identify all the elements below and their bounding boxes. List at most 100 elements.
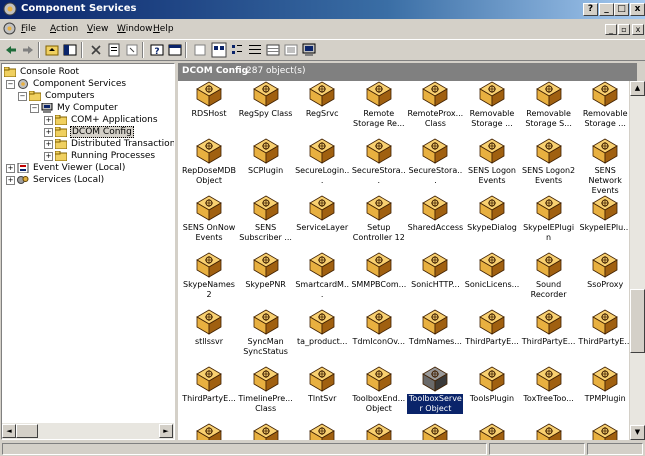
dcom-object-item[interactable]: ta_product... [294, 309, 350, 347]
collapse-toggle[interactable]: − [18, 91, 27, 101]
forward-icon[interactable] [20, 42, 36, 58]
dcom-object-item[interactable] [407, 423, 463, 440]
dcom-object-item[interactable]: ToolboxServer Object [406, 366, 465, 415]
dcom-object-item[interactable]: ThirdPartyE... [521, 309, 577, 347]
console-icon[interactable] [167, 42, 183, 58]
tree-item-my-computer[interactable]: − My Computer [30, 102, 119, 114]
dcom-object-item[interactable]: SkypeDialog [464, 195, 520, 233]
status-icon[interactable] [283, 42, 299, 58]
dcom-object-item[interactable]: ToolboxEnd... Object [351, 366, 407, 414]
expand-toggle[interactable]: + [44, 115, 53, 125]
delete-icon[interactable] [88, 42, 104, 58]
tree-item-distributed-transaction[interactable]: + Distributed Transaction C [44, 138, 174, 150]
dcom-object-item[interactable]: Sound Recorder [521, 252, 577, 300]
dcom-object-item[interactable]: stllssvr [181, 309, 237, 347]
expand-toggle[interactable]: + [6, 163, 15, 173]
dcom-object-item[interactable]: SkypeIEPlu... [577, 195, 629, 233]
scroll-left-button[interactable]: ◄ [2, 424, 16, 438]
expand-toggle[interactable]: + [44, 139, 53, 149]
large-icons-icon[interactable] [211, 42, 227, 58]
dcom-object-item[interactable]: SENS Logon2 Events [521, 138, 577, 186]
menu-file[interactable]: File [21, 24, 36, 34]
tree-item-console-root[interactable]: Console Root [4, 66, 80, 78]
dcom-object-item[interactable] [464, 423, 520, 440]
app-menu-icon[interactable] [3, 22, 16, 35]
dcom-object-item[interactable]: RepDoseMDB Object [181, 138, 237, 186]
dcom-object-item[interactable]: SkypeIEPlugin [521, 195, 577, 243]
close-button[interactable]: x [630, 3, 645, 16]
dcom-object-item[interactable]: RDSHost [181, 81, 237, 119]
scroll-right-button[interactable]: ► [159, 424, 173, 438]
dcom-object-item[interactable]: Removable Storage S... [521, 81, 577, 129]
dcom-object-item[interactable]: Setup Controller 12 [351, 195, 407, 243]
tree-item-computers[interactable]: − Computers [18, 90, 95, 102]
dcom-object-item[interactable]: SecureStora... [407, 138, 463, 186]
dcom-object-item[interactable]: SENS OnNow Events [181, 195, 237, 243]
properties-icon[interactable] [106, 42, 122, 58]
dcom-object-item[interactable]: Removable Storage ... [464, 81, 520, 129]
dcom-object-item[interactable]: TdmIconOv... [351, 309, 407, 347]
detail-view-icon[interactable] [265, 42, 281, 58]
menu-action[interactable]: Action [50, 24, 78, 34]
dcom-object-item[interactable]: SCPlugin [238, 138, 294, 176]
dcom-object-item[interactable]: ToolsPlugin [464, 366, 520, 404]
tree-item-dcom-config[interactable]: + DCOM Config [44, 126, 134, 138]
help-icon[interactable]: ? [149, 42, 165, 58]
dcom-object-item[interactable]: TimelinePre... Class [238, 366, 294, 414]
small-icons-icon[interactable] [229, 42, 245, 58]
dcom-object-item[interactable]: SharedAccess [407, 195, 463, 233]
tree-item-component-services[interactable]: − Component Services [6, 78, 127, 90]
dcom-object-item[interactable]: ToxTreeToo... [521, 366, 577, 404]
expand-toggle[interactable]: + [44, 127, 53, 137]
mdi-close-button[interactable]: x [632, 24, 644, 35]
maximize-button[interactable]: □ [614, 3, 629, 16]
dcom-object-item[interactable] [181, 423, 237, 440]
dcom-object-item[interactable]: SyncMan SyncStatus [238, 309, 294, 357]
list-view-icon[interactable] [247, 42, 263, 58]
dcom-object-item[interactable]: SecureLogin... [294, 138, 350, 186]
scroll-down-button[interactable]: ▼ [630, 425, 645, 440]
vertical-scroll-thumb[interactable] [630, 289, 645, 353]
dcom-object-item[interactable]: SMMPBCom... [351, 252, 407, 290]
back-icon[interactable] [3, 42, 19, 58]
dcom-object-item[interactable]: SecureStora... [351, 138, 407, 186]
dcom-object-item[interactable]: ServiceLayer [294, 195, 350, 233]
expand-toggle[interactable]: + [44, 151, 53, 161]
dcom-object-item[interactable] [351, 423, 407, 440]
dcom-object-item[interactable]: SENS Network Events [577, 138, 629, 196]
dcom-object-item[interactable] [521, 423, 577, 440]
dcom-object-item[interactable]: ThirdPartyE... [181, 366, 237, 404]
dcom-object-item[interactable] [294, 423, 350, 440]
dcom-object-item[interactable]: SkypePNR [238, 252, 294, 290]
dcom-object-item[interactable]: Remote Storage Re... [351, 81, 407, 129]
dcom-object-item[interactable]: SsoProxy [577, 252, 629, 290]
dcom-object-item[interactable] [238, 423, 294, 440]
vertical-scrollbar[interactable] [630, 81, 645, 440]
dcom-object-item[interactable]: TdmNames... [407, 309, 463, 347]
menu-help[interactable]: Help [153, 24, 174, 34]
dcom-object-item[interactable]: SonicHTTP... [407, 252, 463, 290]
up-folder-icon[interactable] [44, 42, 60, 58]
tree-item-services[interactable]: + Services (Local) [6, 174, 105, 186]
dcom-object-item[interactable]: ThirdPartyE... [577, 309, 629, 347]
dcom-object-item[interactable]: SkypeNames2 [181, 252, 237, 300]
dcom-object-item[interactable]: SENS Subscriber ... [238, 195, 294, 243]
tree-item-running-processes[interactable]: + Running Processes [44, 150, 156, 162]
scroll-up-button[interactable]: ▲ [630, 81, 645, 96]
dcom-object-item[interactable]: RegSrvc [294, 81, 350, 119]
mdi-restore-button[interactable]: ▫ [618, 24, 630, 35]
show-tree-icon[interactable] [62, 42, 78, 58]
dcom-object-item[interactable]: RemoteProx... Class [407, 81, 463, 129]
computer-icon[interactable] [301, 42, 317, 58]
collapse-toggle[interactable]: − [6, 79, 15, 89]
minimize-button[interactable]: _ [599, 3, 614, 16]
help-caption-button[interactable]: ? [583, 3, 598, 16]
tree-scroll-thumb[interactable] [16, 424, 38, 438]
dcom-object-item[interactable]: TPMPlugin [577, 366, 629, 404]
dcom-object-item[interactable] [577, 423, 629, 440]
dcom-object-item[interactable]: TlntSvr [294, 366, 350, 404]
dcom-object-item[interactable]: Removable Storage ... [577, 81, 629, 129]
menu-window[interactable]: Window [117, 24, 153, 34]
dcom-object-item[interactable]: RegSpy Class [238, 81, 294, 119]
collapse-toggle[interactable]: − [30, 103, 39, 113]
